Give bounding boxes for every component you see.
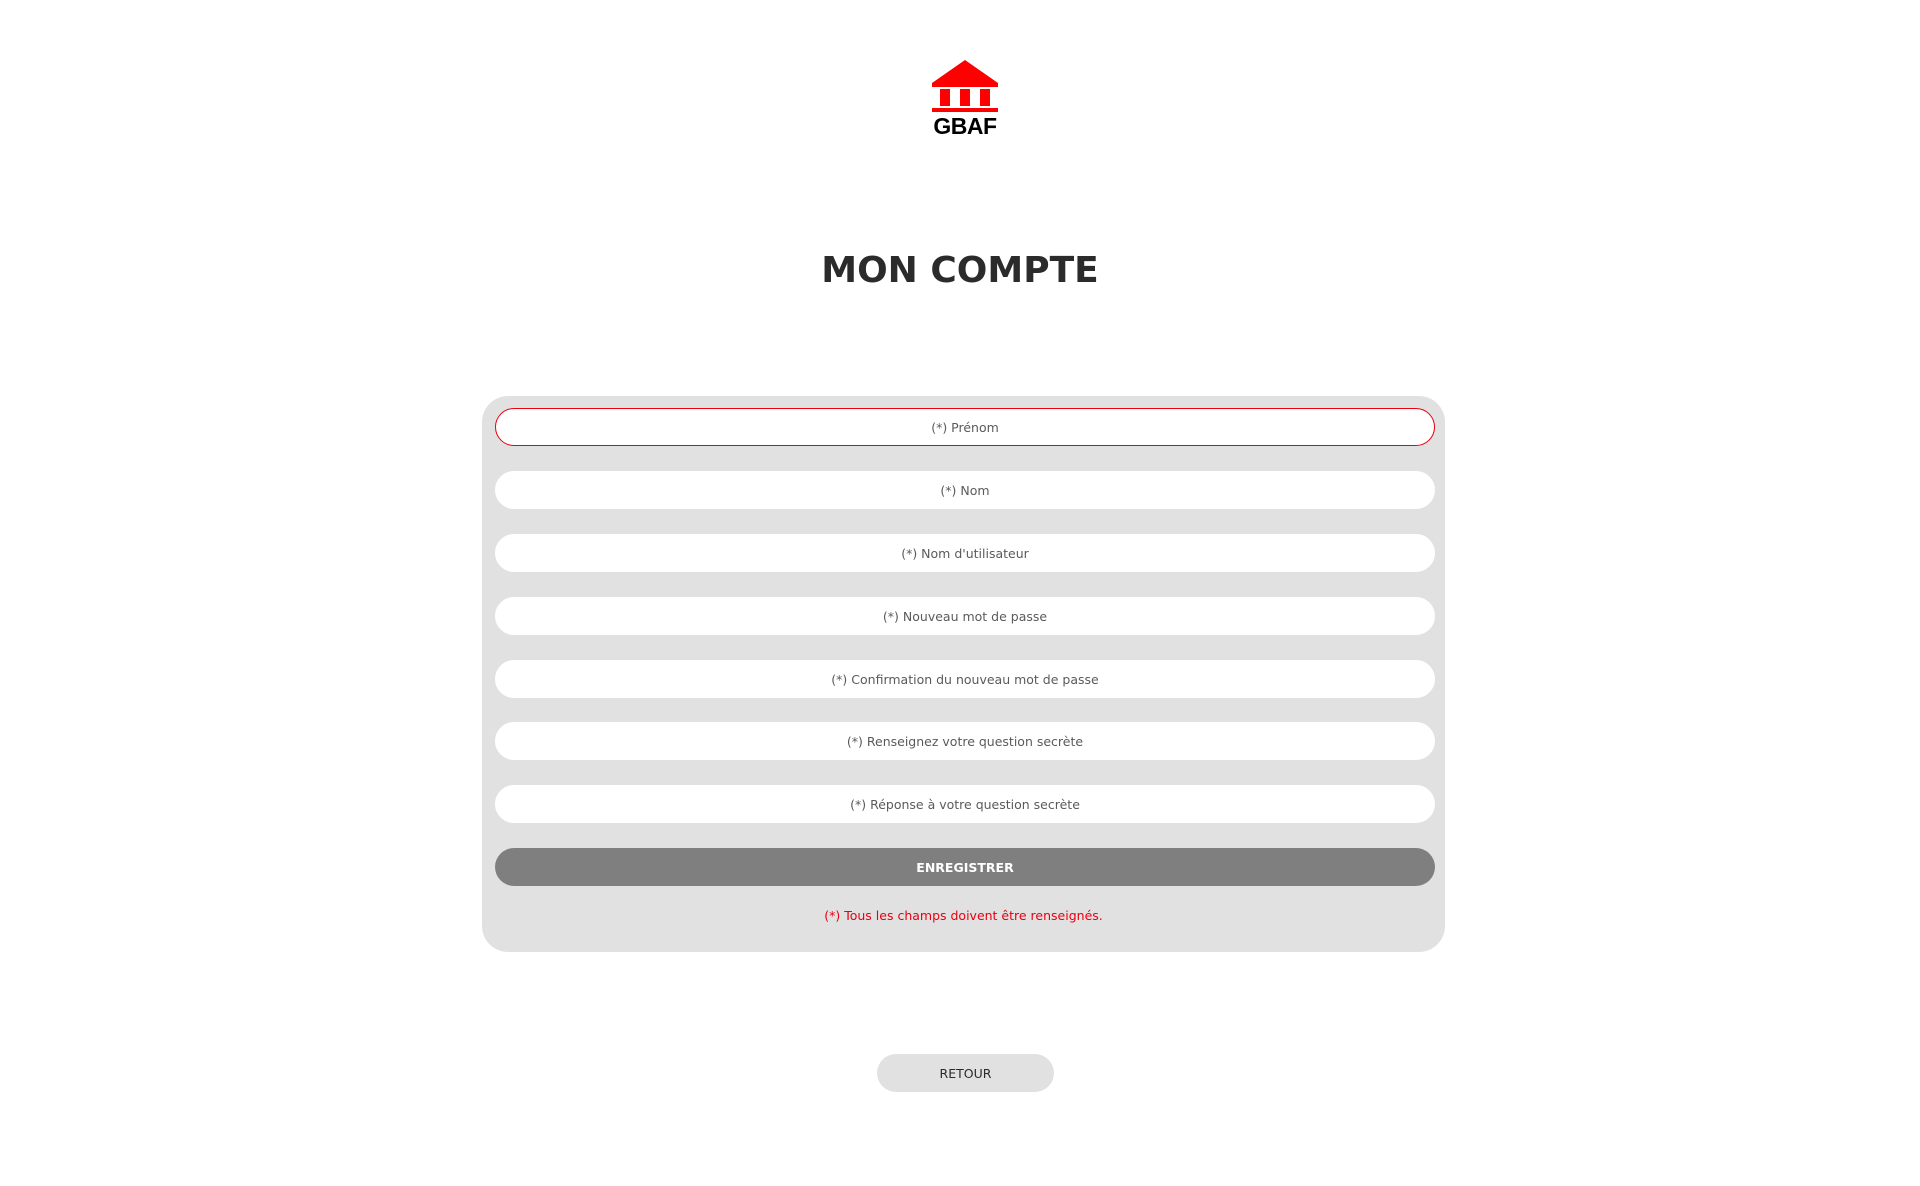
- page-title: MON COMPTE: [821, 250, 1099, 291]
- last-name-field[interactable]: [495, 471, 1435, 509]
- secret-answer-field[interactable]: [495, 785, 1435, 823]
- gbaf-logo[interactable]: GBAF: [928, 58, 1002, 142]
- new-password-field[interactable]: [495, 597, 1435, 635]
- save-button[interactable]: ENREGISTRER: [495, 848, 1435, 886]
- required-fields-note: (*) Tous les champs doivent être renseig…: [824, 908, 1103, 923]
- back-button[interactable]: RETOUR: [877, 1054, 1054, 1092]
- logo-text: GBAF: [933, 113, 997, 139]
- account-form: ENREGISTRER (*) Tous les champs doivent …: [482, 396, 1445, 952]
- secret-question-field[interactable]: [495, 722, 1435, 760]
- page: GBAF MON COMPTE ENREGISTRER (*) Tous les…: [0, 0, 1920, 1186]
- first-name-field[interactable]: [495, 408, 1435, 446]
- username-field[interactable]: [495, 534, 1435, 572]
- bank-building-icon: [932, 60, 998, 112]
- confirm-password-field[interactable]: [495, 660, 1435, 698]
